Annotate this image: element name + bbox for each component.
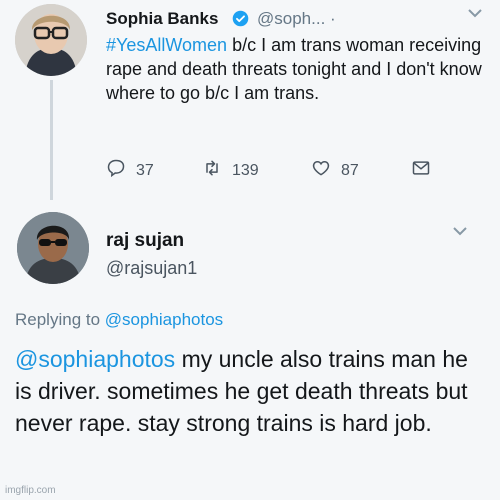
- avatar[interactable]: [15, 4, 87, 76]
- avatar[interactable]: [17, 212, 89, 284]
- like-icon: [311, 158, 331, 183]
- username-handle[interactable]: @rajsujan1: [106, 258, 197, 279]
- direct-message-button[interactable]: [411, 158, 431, 183]
- chevron-down-icon[interactable]: [467, 6, 483, 22]
- replying-to: Replying to @sophiaphotos: [15, 310, 223, 330]
- retweet-count: 139: [232, 161, 259, 179]
- reply-icon: [106, 158, 126, 183]
- message-icon: [411, 158, 431, 183]
- replying-prefix: Replying to: [15, 310, 105, 329]
- like-button[interactable]: 87: [311, 158, 359, 183]
- retweet-icon: [202, 158, 222, 183]
- display-name[interactable]: raj sujan: [106, 230, 184, 252]
- reply-button[interactable]: 37: [106, 158, 154, 183]
- display-name[interactable]: Sophia Banks: [106, 9, 218, 29]
- watermark: imgflip.com: [5, 485, 56, 496]
- retweet-button[interactable]: 139: [202, 158, 259, 183]
- tweet-screenshot: Sophia Banks @soph... · #YesAllWomen b/c…: [0, 0, 500, 500]
- tweet-text: @sophiaphotos my uncle also trains man h…: [15, 343, 490, 439]
- thread-line: [50, 80, 53, 200]
- tweet-text: #YesAllWomen b/c I am trans woman receiv…: [106, 33, 486, 105]
- like-count: 87: [341, 161, 359, 179]
- verified-badge-icon: [232, 10, 249, 27]
- mention-link[interactable]: @sophiaphotos: [15, 346, 175, 372]
- hashtag-link[interactable]: #YesAllWomen: [106, 35, 227, 55]
- username-handle[interactable]: @soph... ·: [257, 9, 336, 29]
- reply-count: 37: [136, 161, 154, 179]
- replying-to-link[interactable]: @sophiaphotos: [105, 310, 223, 329]
- chevron-down-icon[interactable]: [452, 224, 468, 240]
